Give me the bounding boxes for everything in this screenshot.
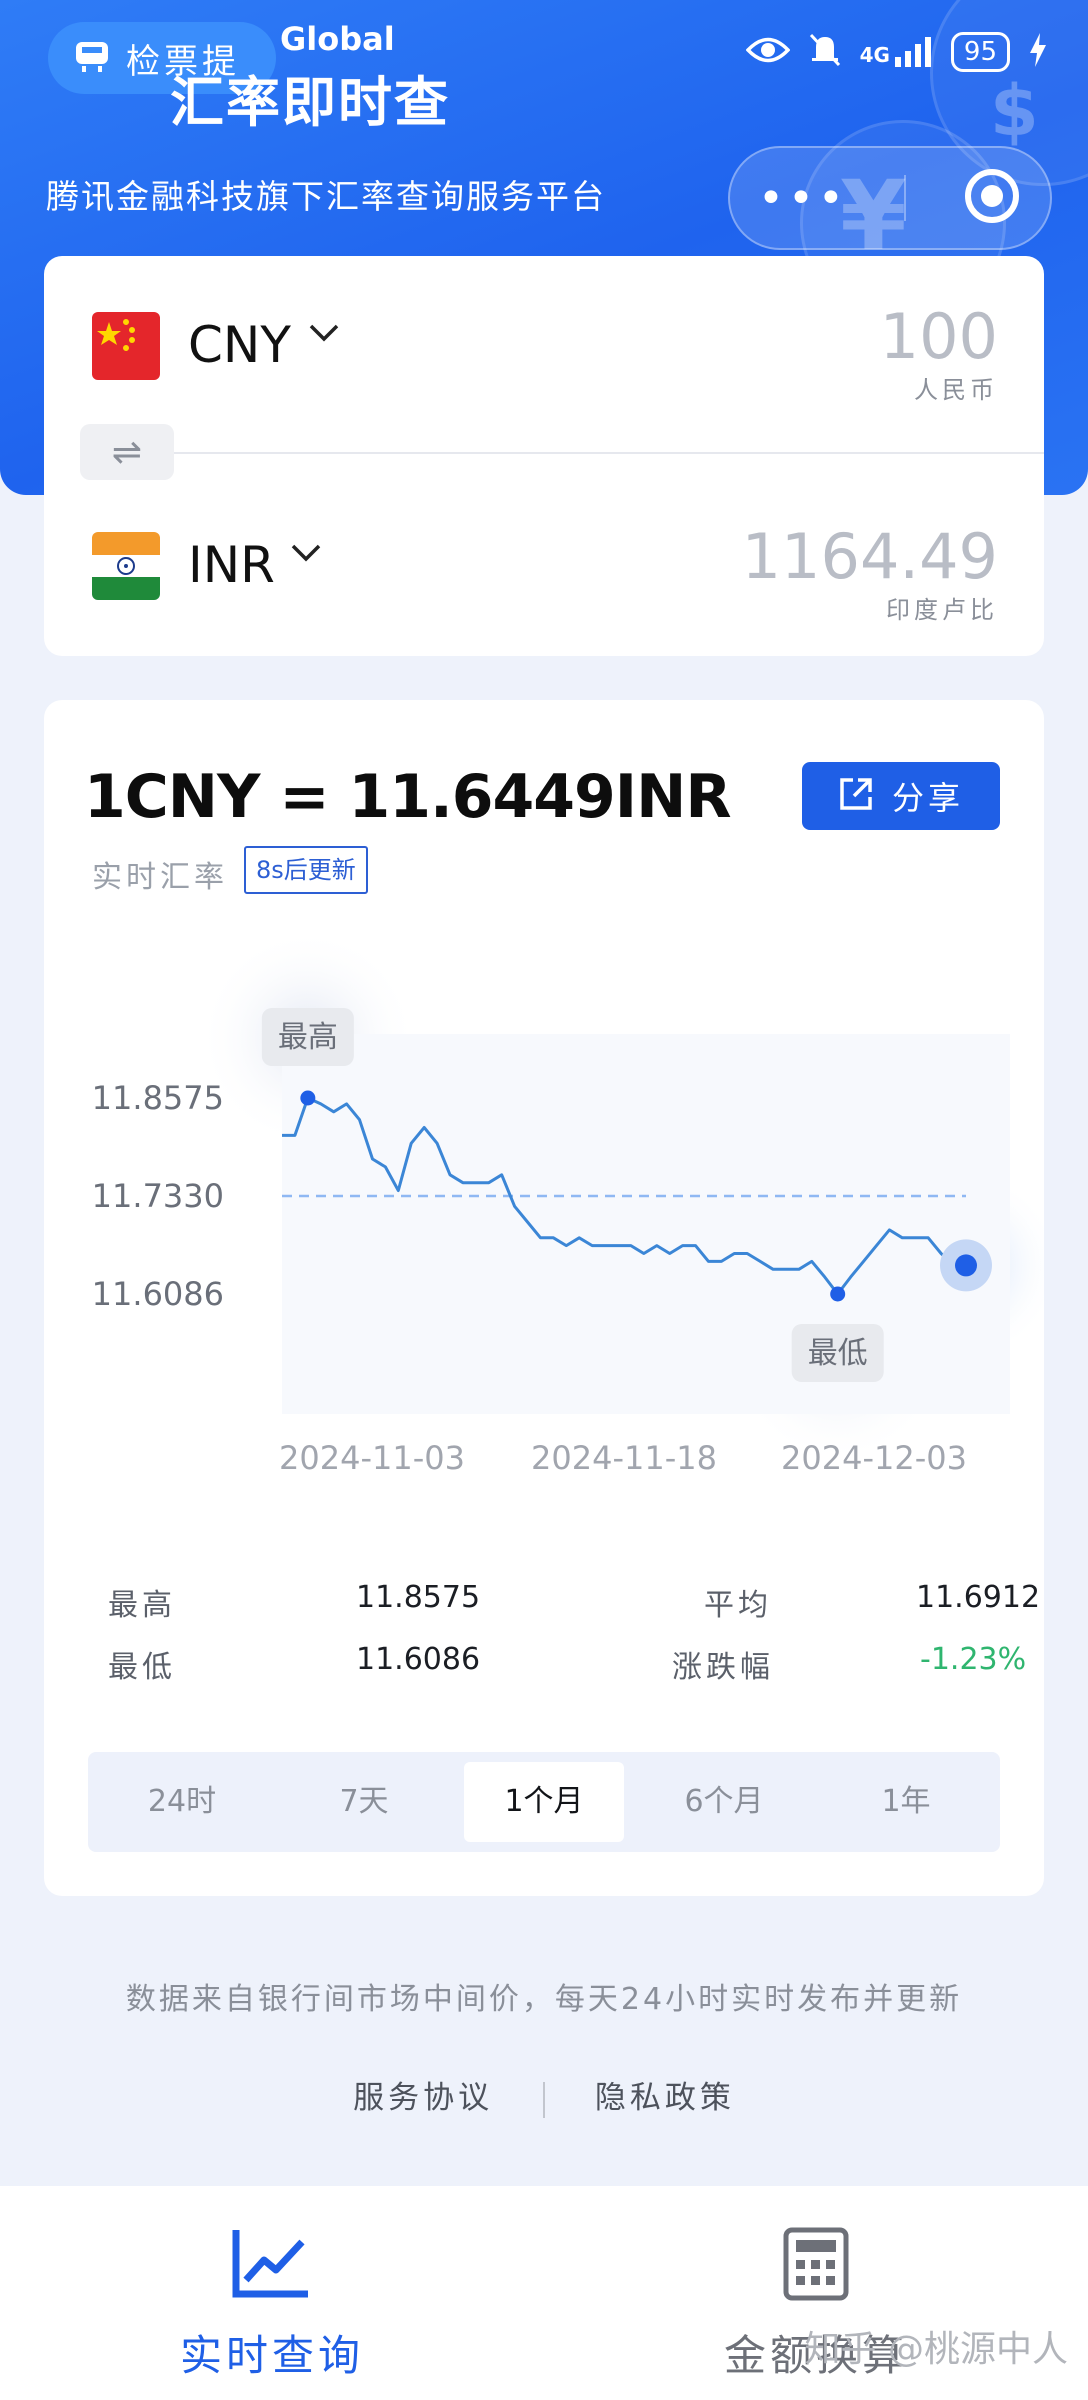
to-amount[interactable]: 1164.49 xyxy=(742,520,998,593)
converter-card: CNY 100 人民币 ⇌ INR 1164.49 印度卢比 xyxy=(44,256,1044,656)
terms-link[interactable]: 服务协议 xyxy=(353,2080,493,2116)
low-point-marker xyxy=(830,1286,846,1302)
x-tick-label: 2024-12-03 xyxy=(781,1439,967,1477)
stat-high-label: 最高 xyxy=(108,1588,176,1623)
swap-currency-button[interactable]: ⇌ xyxy=(80,424,174,480)
current-point-marker xyxy=(955,1254,977,1277)
rate-line-chart[interactable]: 11.8575 11.7330 11.6086 2024-11-03 2024-11-1… xyxy=(44,930,1044,1550)
rate-card: 1CNY = 11.6449INR 分享 实时汇率 8s后更新 11.8575 1… xyxy=(44,700,1044,1896)
from-currency-row[interactable]: CNY 100 人民币 xyxy=(44,256,1044,436)
x-tick-label: 2024-11-03 xyxy=(279,1439,465,1477)
stat-low-value: 11.6086 xyxy=(356,1642,481,1677)
period-tab-24h[interactable]: 24时 xyxy=(102,1762,262,1842)
stat-change-label: 涨跌幅 xyxy=(672,1650,774,1685)
eye-icon xyxy=(745,35,790,69)
more-menu-button[interactable]: ••• xyxy=(758,173,848,224)
to-currency-code[interactable]: INR xyxy=(188,536,275,594)
status-carrier-text: Global xyxy=(280,20,395,58)
watermark-text: 知乎 @桃源中人 xyxy=(804,2329,1068,2370)
nav-realtime-label: 实时查询 xyxy=(179,2331,364,2380)
network-signal-icon: 4G xyxy=(860,37,933,67)
footer-separator xyxy=(543,2081,545,2118)
share-button[interactable]: 分享 xyxy=(802,762,1000,830)
stat-high-value: 11.8575 xyxy=(356,1580,481,1615)
mute-bell-icon xyxy=(808,32,842,72)
close-target-button[interactable] xyxy=(962,166,1022,230)
to-chevron-down-icon[interactable] xyxy=(290,536,322,571)
stat-change-value: -1.23% xyxy=(920,1642,1027,1677)
chart-plot-area xyxy=(282,1034,1010,1414)
dollar-deco-icon: $ xyxy=(990,70,1039,152)
mini-program-capsule: ••• xyxy=(728,146,1052,250)
calculator-icon xyxy=(782,2226,850,2306)
share-button-label: 分享 xyxy=(891,779,964,817)
battery-indicator: 95 xyxy=(950,32,1010,72)
update-countdown-tag: 8s后更新 xyxy=(244,846,368,894)
share-external-icon xyxy=(838,776,874,816)
network-type: 4G xyxy=(859,43,890,67)
period-tab-1m[interactable]: 1个月 xyxy=(464,1762,624,1842)
data-source-note: 数据来自银行间市场中间价，每天24小时实时发布并更新 xyxy=(125,1982,963,2017)
realtime-rate-label: 实时汇率 xyxy=(92,860,228,895)
from-currency-code[interactable]: CNY xyxy=(188,316,291,374)
y-tick-label: 11.8575 xyxy=(92,1079,224,1117)
stat-average-value: 11.6912 xyxy=(916,1580,1041,1615)
privacy-link[interactable]: 隐私政策 xyxy=(595,2080,735,2116)
train-icon xyxy=(72,38,112,78)
converter-divider xyxy=(174,452,1044,454)
to-amount-unit: 印度卢比 xyxy=(886,596,998,624)
nav-realtime-query[interactable]: 实时查询 xyxy=(0,2186,544,2400)
from-chevron-down-icon[interactable] xyxy=(308,316,340,351)
app-title: 汇率即时查 xyxy=(170,71,450,134)
stat-low-label: 最低 xyxy=(108,1650,176,1685)
y-tick-label: 11.7330 xyxy=(92,1177,224,1215)
y-tick-label: 11.6086 xyxy=(92,1275,224,1313)
period-tab-1y[interactable]: 1年 xyxy=(826,1762,986,1842)
stat-average-label: 平均 xyxy=(704,1588,772,1623)
x-tick-label: 2024-11-18 xyxy=(531,1439,717,1477)
charging-icon xyxy=(1028,33,1048,71)
from-amount-unit: 人民币 xyxy=(914,376,998,404)
india-flag-icon xyxy=(92,532,160,600)
low-label-text: 最低 xyxy=(808,1336,868,1371)
high-label-text: 最高 xyxy=(278,1020,338,1055)
capsule-divider xyxy=(903,175,906,221)
to-currency-row[interactable]: INR 1164.49 印度卢比 xyxy=(44,476,1044,656)
rate-headline: 1CNY = 11.6449INR xyxy=(84,762,732,832)
app-subtitle: 腾讯金融科技旗下汇率查询服务平台 xyxy=(46,177,606,216)
stats-block: 最高 11.8575 平均 11.6912 最低 11.6086 涨跌幅 -1.… xyxy=(84,1580,1040,1690)
status-bar: 4G 95 xyxy=(745,22,1048,82)
period-selector: 24时 7天 1个月 6个月 1年 xyxy=(88,1752,1000,1852)
chart-trend-icon xyxy=(232,2226,312,2304)
swap-arrows-icon: ⇌ xyxy=(111,431,143,473)
high-point-marker xyxy=(300,1090,316,1106)
from-amount[interactable]: 100 xyxy=(880,300,998,373)
footer-links: 服务协议 隐私政策 xyxy=(0,2072,1088,2118)
period-tab-6m[interactable]: 6个月 xyxy=(644,1762,804,1842)
china-flag-icon xyxy=(92,312,160,380)
period-tab-7d[interactable]: 7天 xyxy=(284,1762,444,1842)
